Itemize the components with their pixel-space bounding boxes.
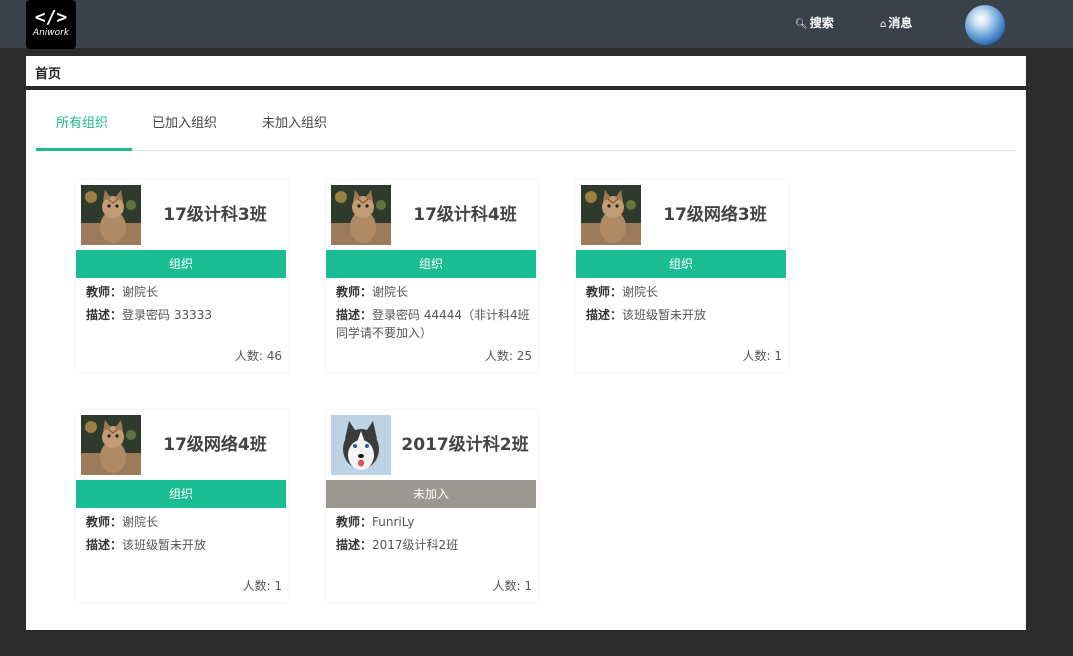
org-status-bar[interactable]: 组织 (326, 250, 536, 278)
org-status-bar[interactable]: 组织 (576, 250, 786, 278)
org-title[interactable]: 17级计科4班 (392, 180, 538, 250)
member-count-label: 人数: (242, 579, 275, 593)
description-label: 描述： (336, 538, 373, 552)
description-text: 该班级暂未开放 (622, 308, 707, 322)
member-count: 人数: 1 (493, 577, 533, 594)
org-status-bar[interactable]: 未加入 (326, 480, 536, 508)
org-card[interactable]: 17级计科3班 组织 教师：谢院长 描述：登录密码 33333 人数: 46 (76, 180, 288, 372)
cat-avatar-image (331, 185, 391, 245)
teacher-label: 教师： (86, 515, 123, 529)
app-logo[interactable]: </> Aniwork (26, 0, 76, 49)
search-label: 搜索 (809, 16, 834, 30)
org-card[interactable]: 17级网络3班 组织 教师：谢院长 描述：该班级暂未开放 人数: 1 (576, 180, 788, 372)
org-description: 描述：该班级暂未开放 (86, 536, 282, 554)
member-count: 人数: 1 (743, 347, 783, 364)
search-link[interactable]: 🔍︎ 搜索 (795, 15, 834, 33)
code-logo-icon: </> (34, 7, 68, 28)
breadcrumb: 首页 (26, 56, 1026, 86)
org-title[interactable]: 17级网络3班 (642, 180, 788, 250)
member-count-value: 25 (516, 349, 532, 363)
husky-avatar-image (331, 415, 391, 475)
member-count-label: 人数: (492, 579, 525, 593)
logo-wordmark: Aniwork (32, 28, 70, 38)
teacher-label: 教师： (336, 515, 373, 529)
tab-joined-organizations[interactable]: 已加入组织 (152, 112, 217, 131)
org-description: 描述：登录密码 33333 (86, 306, 282, 324)
org-card[interactable]: 17级网络4班 组织 教师：谢院长 描述：该班级暂未开放 人数: 1 (76, 410, 288, 602)
org-teacher: 教师：谢院长 (586, 283, 782, 301)
active-tab-indicator (36, 148, 132, 151)
bell-icon: ⌂ (880, 19, 887, 30)
messages-link[interactable]: ⌂ 消息 (880, 15, 912, 33)
tab-not-joined-organizations[interactable]: 未加入组织 (262, 112, 327, 131)
org-description: 描述：登录密码 44444（非计科4班同学请不要加入） (336, 306, 532, 342)
teacher-name: 谢院长 (122, 515, 159, 529)
search-icon: 🔍︎ (795, 19, 808, 30)
teacher-label: 教师： (586, 285, 623, 299)
org-teacher: 教师：谢院长 (86, 513, 282, 531)
member-count: 人数: 25 (485, 347, 532, 364)
org-card[interactable]: 2017级计科2班 未加入 教师：FunriLy 描述：2017级计科2班 人数… (326, 410, 538, 602)
messages-label: 消息 (888, 16, 913, 30)
organization-tabs: 所有组织 已加入组织 未加入组织 (36, 90, 1016, 151)
org-description: 描述：2017级计科2班 (336, 536, 532, 554)
description-label: 描述： (336, 308, 373, 322)
teacher-name: 谢院长 (372, 285, 409, 299)
cat-avatar-image (81, 185, 141, 245)
description-text: 2017级计科2班 (372, 538, 459, 552)
description-text: 该班级暂未开放 (122, 538, 207, 552)
member-count-value: 46 (266, 349, 282, 363)
org-title[interactable]: 2017级计科2班 (392, 410, 538, 480)
teacher-name: FunriLy (372, 515, 415, 529)
member-count-label: 人数: (742, 349, 775, 363)
org-status-bar[interactable]: 组织 (76, 480, 286, 508)
member-count-label: 人数: (234, 349, 267, 363)
org-card[interactable]: 17级计科4班 组织 教师：谢院长 描述：登录密码 44444（非计科4班同学请… (326, 180, 538, 372)
user-avatar[interactable] (965, 5, 1005, 45)
teacher-label: 教师： (86, 285, 123, 299)
teacher-label: 教师： (336, 285, 373, 299)
org-status-bar[interactable]: 组织 (76, 250, 286, 278)
member-count-value: 1 (524, 579, 532, 593)
org-teacher: 教师：谢院长 (336, 283, 532, 301)
top-navbar: </> Aniwork 🔍︎ 搜索 ⌂ 消息 (0, 0, 1073, 49)
tab-all-organizations[interactable]: 所有组织 (56, 112, 108, 131)
member-count-label: 人数: (484, 349, 517, 363)
member-count: 人数: 46 (235, 347, 282, 364)
org-description: 描述：该班级暂未开放 (586, 306, 782, 324)
teacher-name: 谢院长 (122, 285, 159, 299)
cat-avatar-image (81, 415, 141, 475)
teacher-name: 谢院长 (622, 285, 659, 299)
breadcrumb-home[interactable]: 首页 (35, 63, 61, 82)
org-teacher: 教师：谢院长 (86, 283, 282, 301)
org-title[interactable]: 17级计科3班 (142, 180, 288, 250)
description-label: 描述： (586, 308, 623, 322)
organizations-panel: 所有组织 已加入组织 未加入组织 17级计科3班 组织 教师：谢院长 描述：登录… (26, 90, 1026, 630)
org-title[interactable]: 17级网络4班 (142, 410, 288, 480)
org-teacher: 教师：FunriLy (336, 513, 532, 531)
description-label: 描述： (86, 538, 123, 552)
description-text: 登录密码 33333 (122, 308, 213, 322)
member-count-value: 1 (774, 349, 782, 363)
cat-avatar-image (581, 185, 641, 245)
member-count-value: 1 (274, 579, 282, 593)
member-count: 人数: 1 (243, 577, 283, 594)
description-label: 描述： (86, 308, 123, 322)
